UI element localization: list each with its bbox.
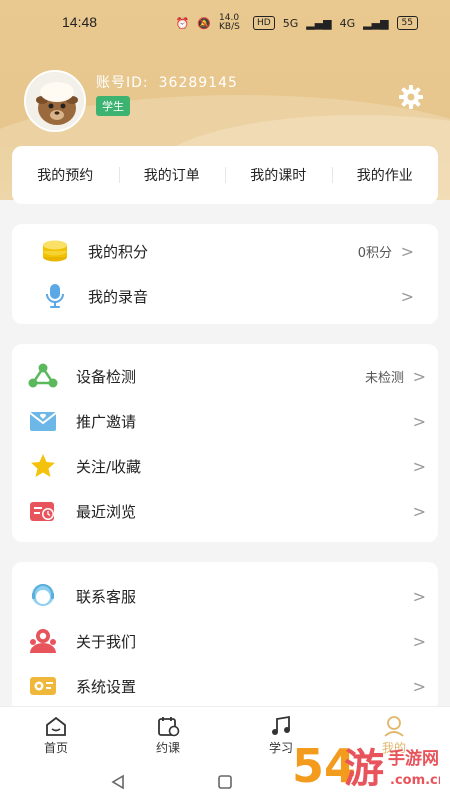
home-button-icon[interactable] — [215, 772, 235, 792]
list-item-customer-service[interactable]: 联系客服 > — [12, 574, 438, 618]
home-icon — [26, 713, 86, 739]
chevron-right-icon: > — [412, 586, 426, 606]
chevron-right-icon: > — [412, 631, 426, 651]
list-item-label: 最近浏览 — [76, 502, 137, 521]
list-item-label: 推广邀请 — [76, 412, 137, 431]
microphone-icon — [40, 281, 70, 311]
list-item-invite[interactable]: 推广邀请 > — [12, 399, 438, 443]
status-bar: 14:48 ⏰ 🔕 14.0 KB/S HD 5G ▂▄▆ 4G ▂▄▆ 55 — [0, 0, 450, 44]
list-item-label: 设备检测 — [76, 367, 137, 386]
role-badge: 学生 — [96, 96, 130, 116]
svg-text:.com.cn: .com.cn — [390, 773, 440, 788]
settings-button[interactable] — [396, 82, 426, 112]
customer-service-icon — [28, 581, 58, 611]
invite-mail-icon — [28, 406, 58, 436]
svg-text:手游网: 手游网 — [388, 748, 439, 769]
chevron-right-icon: > — [412, 456, 426, 476]
list-item-recordings[interactable]: 我的录音 > — [12, 274, 438, 318]
about-us-icon — [28, 626, 58, 656]
list-item-label: 关注/收藏 — [76, 457, 142, 476]
device-check-status: 未检测 — [364, 370, 404, 386]
list-item-system-settings[interactable]: 系统设置 > — [12, 664, 438, 708]
watermark-logo: 54 游 手游网 .com.cn — [290, 730, 447, 798]
list-item-label: 我的录音 — [88, 287, 149, 306]
nav-book-class[interactable]: 约课 — [138, 713, 198, 756]
signal-icon: ▂▄▆ — [306, 16, 332, 30]
list-item-points[interactable]: 我的积分 0积分 > — [12, 229, 438, 273]
account-id-label: 账号ID: — [96, 75, 149, 91]
chevron-right-icon: > — [412, 676, 426, 696]
network-speed: 14.0 KB/S — [219, 13, 240, 32]
points-value: 0积分 — [357, 245, 392, 261]
signal-4g: 4G — [339, 16, 356, 30]
battery-icon: 55 — [396, 16, 418, 30]
list-item-label: 联系客服 — [76, 587, 137, 606]
tab-my-homework[interactable]: 我的作业 — [331, 165, 439, 185]
mute-icon: 🔕 — [197, 16, 211, 30]
signal-5g: 5G — [282, 16, 299, 30]
avatar[interactable] — [24, 70, 86, 132]
gear-icon — [399, 85, 423, 109]
device-check-icon — [28, 361, 58, 391]
alarm-icon: ⏰ — [175, 16, 190, 30]
star-icon — [28, 451, 58, 481]
svg-text:游: 游 — [344, 746, 384, 792]
list-item-label: 我的积分 — [88, 242, 149, 261]
nav-home-label: 首页 — [43, 741, 68, 755]
tools-group: 设备检测 未检测 > 推广邀请 > 关注/收藏 > 最近浏览 > — [12, 344, 438, 542]
coins-icon — [40, 236, 70, 266]
account-id-value: 36289145 — [158, 75, 238, 91]
system-settings-icon — [28, 671, 58, 701]
my-tabs-card: 我的预约 我的订单 我的课时 我的作业 — [12, 146, 438, 204]
list-item-favorites[interactable]: 关注/收藏 > — [12, 444, 438, 488]
chevron-right-icon: > — [412, 366, 426, 386]
nav-home[interactable]: 首页 — [26, 713, 86, 756]
chevron-right-icon: > — [400, 241, 414, 261]
chevron-right-icon: > — [412, 501, 426, 521]
chevron-right-icon: > — [412, 411, 426, 431]
calendar-icon — [138, 713, 198, 739]
tab-my-class-hours[interactable]: 我的课时 — [225, 165, 332, 185]
list-item-device-check[interactable]: 设备检测 未检测 > — [12, 354, 438, 398]
tab-my-appointments[interactable]: 我的预约 — [12, 165, 119, 185]
list-item-label: 系统设置 — [76, 677, 137, 696]
chevron-right-icon: > — [400, 286, 414, 306]
list-item-label: 关于我们 — [76, 632, 137, 651]
points-group: 我的积分 0积分 > 我的录音 > — [12, 224, 438, 324]
tab-my-orders[interactable]: 我的订单 — [118, 165, 226, 185]
nav-book-class-label: 约课 — [155, 741, 180, 755]
status-time: 14:48 — [62, 14, 98, 30]
support-group: 联系客服 > 关于我们 > 系统设置 > — [12, 562, 438, 712]
back-icon[interactable] — [108, 772, 128, 792]
status-icons: ⏰ 🔕 14.0 KB/S HD 5G ▂▄▆ 4G ▂▄▆ 55 — [176, 14, 418, 32]
signal-icon: ▂▄▆ — [363, 16, 389, 30]
recent-history-icon — [28, 496, 58, 526]
list-item-recent[interactable]: 最近浏览 > — [12, 489, 438, 533]
account-id: 账号ID: 36289145 — [96, 72, 238, 92]
hd-badge: HD — [253, 16, 275, 30]
list-item-about-us[interactable]: 关于我们 > — [12, 619, 438, 663]
